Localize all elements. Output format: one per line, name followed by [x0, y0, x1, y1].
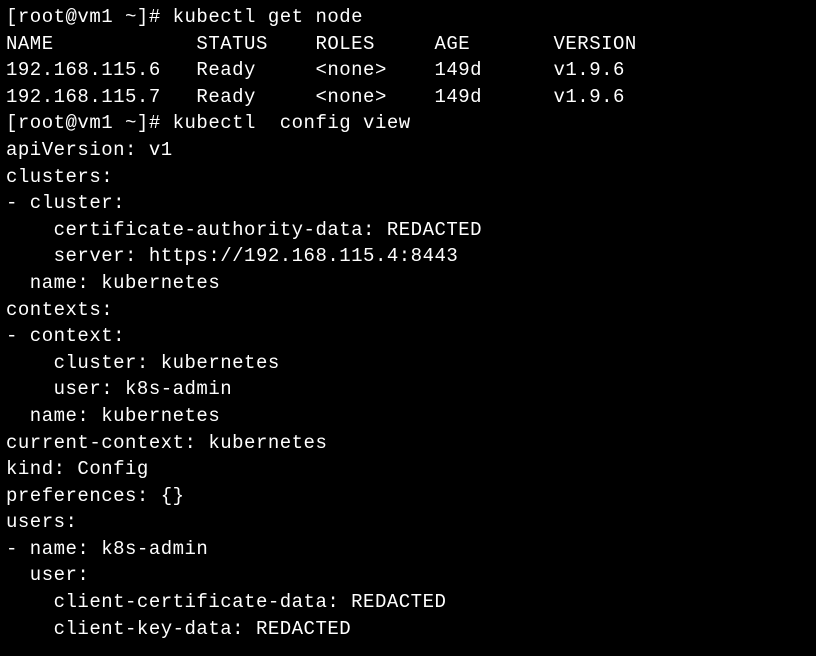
terminal-line: name: kubernetes: [6, 403, 810, 430]
terminal-line: client-key-data: REDACTED: [6, 616, 810, 643]
terminal-line: user: k8s-admin: [6, 376, 810, 403]
terminal-line: - context:: [6, 323, 810, 350]
terminal-line: NAME STATUS ROLES AGE VERSION: [6, 31, 810, 58]
terminal-line: server: https://192.168.115.4:8443: [6, 243, 810, 270]
terminal-line: - cluster:: [6, 190, 810, 217]
terminal-line: users:: [6, 509, 810, 536]
terminal-line: contexts:: [6, 297, 810, 324]
terminal-line: 192.168.115.7 Ready <none> 149d v1.9.6: [6, 84, 810, 111]
terminal-line: - name: k8s-admin: [6, 536, 810, 563]
terminal-line: preferences: {}: [6, 483, 810, 510]
terminal-line: [root@vm1 ~]# kubectl get node: [6, 4, 810, 31]
terminal-line: kind: Config: [6, 456, 810, 483]
terminal-line: user:: [6, 562, 810, 589]
terminal-line: [root@vm1 ~]# kubectl config view: [6, 110, 810, 137]
terminal-line: cluster: kubernetes: [6, 350, 810, 377]
terminal-line: certificate-authority-data: REDACTED: [6, 217, 810, 244]
terminal-line: clusters:: [6, 164, 810, 191]
terminal-line: client-certificate-data: REDACTED: [6, 589, 810, 616]
terminal-line: current-context: kubernetes: [6, 430, 810, 457]
terminal-window[interactable]: [root@vm1 ~]# kubectl get node NAME STAT…: [6, 4, 810, 642]
terminal-line: 192.168.115.6 Ready <none> 149d v1.9.6: [6, 57, 810, 84]
terminal-line: apiVersion: v1: [6, 137, 810, 164]
terminal-line: name: kubernetes: [6, 270, 810, 297]
